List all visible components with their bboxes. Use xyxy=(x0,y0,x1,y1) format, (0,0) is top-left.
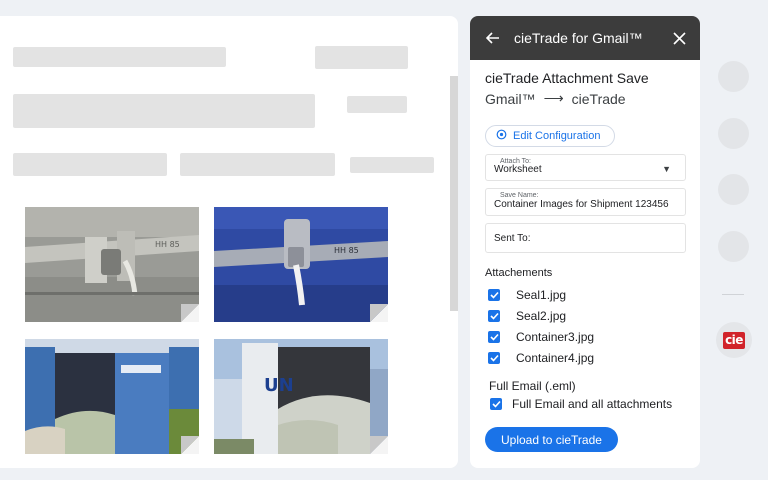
upload-button[interactable]: Upload to cieTrade xyxy=(485,427,618,452)
edit-configuration-button[interactable]: Edit Configuration xyxy=(485,125,616,147)
checkmark-icon[interactable] xyxy=(490,398,502,410)
addon-rail-icon[interactable] xyxy=(718,231,749,262)
sent-to-label: Sent To: xyxy=(494,232,531,244)
attachment-thumbnail-seal1[interactable]: HH 85 xyxy=(25,207,199,322)
checkmark-icon[interactable] xyxy=(488,288,500,301)
edit-configuration-label: Edit Configuration xyxy=(513,130,601,142)
arrow-right-icon: ⟶ xyxy=(543,90,564,106)
placeholder-bar xyxy=(350,157,434,173)
save-name-value: Container Images for Shipment 123456 xyxy=(494,199,669,210)
addon-rail-icon[interactable] xyxy=(718,174,749,205)
placeholder-bar xyxy=(315,46,408,69)
attachment-item[interactable]: Container4.jpg xyxy=(485,347,686,368)
svg-text:HH 85: HH 85 xyxy=(155,240,180,249)
addon-rail-icon[interactable] xyxy=(718,61,749,92)
attachment-name: Container3.jpg xyxy=(516,329,595,344)
attach-to-value: Worksheet xyxy=(494,164,542,175)
cietrade-side-panel: cieTrade for Gmail™ cieTrade Attachment … xyxy=(470,16,700,468)
placeholder-bar xyxy=(180,153,335,176)
addon-rail-icon[interactable] xyxy=(718,118,749,149)
attach-to-label: Attach To: xyxy=(500,158,532,165)
gear-icon xyxy=(496,129,507,143)
panel-header: cieTrade for Gmail™ xyxy=(470,16,700,60)
attachment-thumbnail-container3[interactable] xyxy=(25,339,199,454)
cietrade-addon-button[interactable]: cie xyxy=(716,322,752,358)
page-fold-corner xyxy=(370,304,388,322)
save-name-label: Save Name: xyxy=(500,192,539,199)
attachment-name: Container4.jpg xyxy=(516,350,595,365)
attachment-name: Seal1.jpg xyxy=(516,287,567,302)
flow-source: Gmail™ xyxy=(485,90,536,107)
checkmark-icon[interactable] xyxy=(488,351,500,364)
full-email-option-label: Full Email and all attachments xyxy=(512,397,673,411)
save-name-field[interactable]: Save Name: Container Images for Shipment… xyxy=(485,188,686,216)
close-icon[interactable] xyxy=(670,29,688,47)
rail-divider xyxy=(722,294,744,295)
cietrade-logo-icon: cie xyxy=(723,331,745,349)
attachment-thumbnail-seal2[interactable]: HH 85 xyxy=(214,207,388,322)
attachments-section-label: Attachements xyxy=(485,267,553,279)
attachment-item[interactable]: Seal2.jpg xyxy=(485,305,686,326)
caret-down-icon: ▼ xyxy=(662,164,671,174)
attach-to-select[interactable]: Attach To: Worksheet ▼ xyxy=(485,154,686,181)
attachments-list: Seal1.jpg Seal2.jpg Container3.jpg Conta… xyxy=(485,284,686,368)
svg-text:HH 85: HH 85 xyxy=(334,246,359,255)
flow-destination: cieTrade xyxy=(571,90,626,107)
full-email-section-label: Full Email (.eml) xyxy=(489,379,576,393)
scrollbar[interactable] xyxy=(450,76,458,311)
save-flow: Gmail™ ⟶ cieTrade xyxy=(485,90,686,107)
email-pane: HH 85 HH 85 UN xyxy=(0,16,458,468)
checkmark-icon[interactable] xyxy=(488,309,500,322)
page-fold-corner xyxy=(181,304,199,322)
attachment-save-heading: cieTrade Attachment Save xyxy=(485,70,649,86)
attachment-thumbnail-container4[interactable]: UN xyxy=(214,339,388,454)
placeholder-bar xyxy=(347,96,407,113)
attachment-item[interactable]: Container3.jpg xyxy=(485,326,686,347)
placeholder-bar xyxy=(13,153,167,176)
attachment-name: Seal2.jpg xyxy=(516,308,567,323)
attachment-item[interactable]: Seal1.jpg xyxy=(485,284,686,305)
panel-title: cieTrade for Gmail™ xyxy=(514,30,643,46)
checkmark-icon[interactable] xyxy=(488,330,500,343)
sent-to-field[interactable]: Sent To: xyxy=(485,223,686,253)
placeholder-bar xyxy=(13,47,226,67)
placeholder-bar xyxy=(13,94,315,128)
full-email-option[interactable]: Full Email and all attachments xyxy=(485,397,686,411)
arrow-left-icon[interactable] xyxy=(484,29,502,47)
page-fold-corner xyxy=(181,436,199,454)
page-fold-corner xyxy=(370,436,388,454)
svg-text:UN: UN xyxy=(264,375,294,396)
